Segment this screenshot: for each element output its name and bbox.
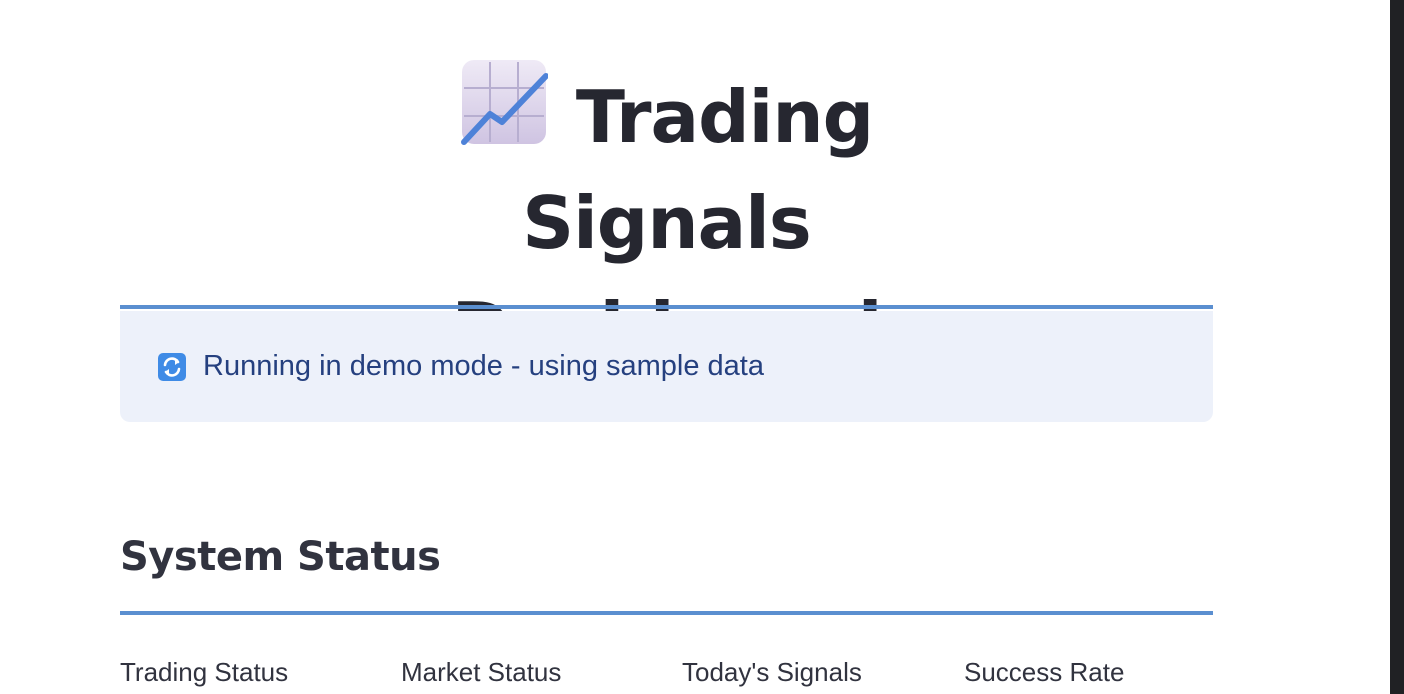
window-edge-bar xyxy=(1390,0,1404,694)
metric-label-market-status: Market Status xyxy=(401,657,562,687)
refresh-icon xyxy=(157,352,187,382)
chart-increasing-icon xyxy=(460,58,549,146)
page: Trading SignalsDashboard Running in demo… xyxy=(0,0,1404,694)
metric-label-success-rate: Success Rate xyxy=(964,657,1125,687)
metric-label-trading-status: Trading Status xyxy=(120,657,289,687)
alert-text: Running in demo mode - using sample data xyxy=(203,350,764,382)
alert-accent-bar xyxy=(120,305,1213,309)
demo-mode-alert: Running in demo mode - using sample data xyxy=(120,311,1213,422)
page-title-line-1: Trading Signals xyxy=(522,75,874,265)
metrics-row: Trading Status Market Status Today's Sig… xyxy=(120,652,1213,692)
section-title-system-status: System Status xyxy=(120,534,441,580)
section-divider xyxy=(120,611,1213,615)
main-content: Trading SignalsDashboard Running in demo… xyxy=(120,0,1213,694)
metric-label-todays-signals: Today's Signals xyxy=(682,657,862,687)
